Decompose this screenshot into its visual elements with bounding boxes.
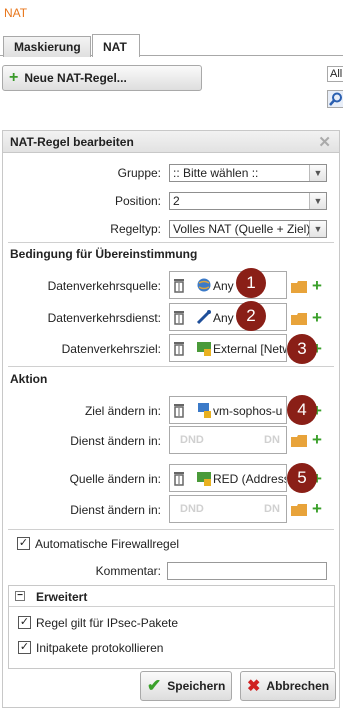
callout-badge: 5 bbox=[287, 463, 317, 493]
cancel-button[interactable]: ✖ Abbrechen bbox=[240, 671, 336, 701]
auto-firewall-label: Automatische Firewallregel bbox=[35, 537, 180, 551]
kommentar-label: Kommentar: bbox=[95, 564, 161, 578]
ipsec-checkbox[interactable]: ✓ bbox=[18, 616, 31, 629]
chevron-down-icon: ▼ bbox=[309, 193, 326, 209]
trash-icon[interactable] bbox=[173, 277, 185, 293]
new-nat-rule-button[interactable]: + Neue NAT-Regel... bbox=[2, 65, 202, 91]
datenverkehrsdienst-field[interactable]: Any bbox=[169, 303, 287, 331]
position-label: Position: bbox=[114, 194, 161, 208]
divider bbox=[8, 366, 334, 367]
kommentar-input[interactable] bbox=[167, 562, 327, 580]
network-globe-icon bbox=[197, 278, 211, 292]
add-icon[interactable]: + bbox=[312, 277, 322, 294]
quelle-aendern-value: RED (Address bbox=[213, 472, 287, 486]
datenverkehrsquelle-label: Datenverkehrsquelle: bbox=[47, 279, 161, 293]
filter-select[interactable]: All bbox=[327, 66, 343, 82]
dienst-aendern-label: Dienst ändern in: bbox=[70, 434, 161, 448]
initpakete-label: Initpakete protokollieren bbox=[36, 641, 164, 655]
dienst-aendern-label: Dienst ändern in: bbox=[70, 503, 161, 517]
app-title: NAT bbox=[0, 0, 343, 27]
chevron-down-icon: ▼ bbox=[309, 165, 326, 181]
datenverkehrsziel-label: Datenverkehrsziel: bbox=[61, 342, 161, 356]
dienst-aendern-field[interactable]: DND DN bbox=[169, 426, 287, 454]
folder-icon[interactable] bbox=[291, 313, 307, 325]
callout-badge: 1 bbox=[236, 268, 266, 298]
collapse-icon[interactable]: − bbox=[15, 591, 25, 601]
dienst-aendern-field[interactable]: DND DN bbox=[169, 495, 287, 523]
interface-network-icon bbox=[197, 342, 211, 356]
erweitert-title: Erweitert bbox=[36, 590, 88, 604]
plus-icon: + bbox=[9, 69, 19, 86]
divider bbox=[8, 242, 334, 243]
initpakete-checkbox[interactable]: ✓ bbox=[18, 641, 31, 654]
save-label: Speichern bbox=[167, 679, 226, 693]
callout-badge: 2 bbox=[236, 301, 266, 331]
interface-address-icon bbox=[197, 472, 211, 486]
new-nat-rule-label: Neue NAT-Regel... bbox=[24, 71, 127, 85]
cancel-label: Abbrechen bbox=[266, 679, 330, 693]
ziel-aendern-label: Ziel ändern in: bbox=[84, 404, 161, 418]
add-icon[interactable]: + bbox=[312, 500, 322, 517]
auto-firewall-checkbox[interactable]: ✓ bbox=[17, 537, 30, 550]
erweitert-header[interactable]: − Erweitert bbox=[9, 586, 334, 607]
search-icon[interactable] bbox=[327, 90, 343, 108]
trash-icon[interactable] bbox=[173, 402, 185, 418]
regeltyp-select[interactable]: Volles NAT (Quelle + Ziel) ▼ bbox=[169, 220, 327, 238]
regeltyp-label: Regeltyp: bbox=[110, 222, 161, 236]
close-icon[interactable]: ✕ bbox=[318, 133, 331, 151]
tab-maskierung[interactable]: Maskierung bbox=[3, 36, 91, 57]
panel-title-text: NAT-Regel bearbeiten bbox=[10, 135, 134, 149]
folder-icon[interactable] bbox=[291, 281, 307, 293]
datenverkehrsdienst-value: Any bbox=[213, 311, 234, 325]
datenverkehrsquelle-value: Any bbox=[213, 279, 234, 293]
ipsec-label: Regel gilt für IPsec-Pakete bbox=[36, 616, 179, 630]
tab-bar: Maskierung NAT bbox=[0, 34, 343, 57]
datenverkehrsziel-value: External [Netw bbox=[213, 342, 287, 356]
drop-placeholder: DND bbox=[180, 434, 204, 446]
nat-rule-edit-panel: NAT-Regel bearbeiten ✕ Gruppe: :: Bitte … bbox=[2, 130, 340, 708]
quelle-aendern-label: Quelle ändern in: bbox=[69, 472, 161, 486]
divider bbox=[8, 529, 334, 530]
position-value: 2 bbox=[173, 194, 180, 208]
ziel-aendern-value: vm-sophos-u bbox=[213, 404, 283, 418]
gruppe-select[interactable]: :: Bitte wählen :: ▼ bbox=[169, 164, 327, 182]
add-icon[interactable]: + bbox=[312, 431, 322, 448]
position-select[interactable]: 2 ▼ bbox=[169, 192, 327, 210]
quelle-aendern-field[interactable]: RED (Address bbox=[169, 464, 287, 492]
save-button[interactable]: ✔ Speichern bbox=[140, 671, 232, 701]
checkmark-icon: ✔ bbox=[147, 676, 162, 695]
trash-icon[interactable] bbox=[173, 309, 185, 325]
gruppe-value: :: Bitte wählen :: bbox=[173, 166, 259, 180]
cancel-x-icon: ✖ bbox=[247, 678, 261, 695]
datenverkehrsdienst-label: Datenverkehrsdienst: bbox=[47, 311, 161, 325]
trash-icon[interactable] bbox=[173, 470, 185, 486]
ziel-aendern-field[interactable]: vm-sophos-u bbox=[169, 396, 287, 424]
trash-icon[interactable] bbox=[173, 340, 185, 356]
gruppe-label: Gruppe: bbox=[117, 166, 161, 180]
host-icon bbox=[198, 403, 211, 418]
tab-nat[interactable]: NAT bbox=[92, 34, 140, 57]
service-icon bbox=[196, 310, 211, 325]
chevron-down-icon: ▼ bbox=[309, 221, 326, 237]
drop-placeholder: DN bbox=[264, 503, 280, 515]
section-bedingung: Bedingung für Übereinstimmung bbox=[10, 247, 198, 261]
panel-title: NAT-Regel bearbeiten ✕ bbox=[3, 131, 339, 153]
datenverkehrsziel-field[interactable]: External [Netw bbox=[169, 334, 287, 362]
drop-placeholder: DN bbox=[264, 434, 280, 446]
section-aktion: Aktion bbox=[10, 372, 48, 386]
erweitert-section: − Erweitert ✓ Regel gilt für IPsec-Paket… bbox=[8, 585, 335, 669]
add-icon[interactable]: + bbox=[312, 309, 322, 326]
callout-badge: 4 bbox=[287, 395, 317, 425]
folder-icon[interactable] bbox=[291, 504, 307, 516]
datenverkehrsquelle-field[interactable]: Any bbox=[169, 271, 287, 299]
folder-icon[interactable] bbox=[291, 435, 307, 447]
callout-badge: 3 bbox=[287, 334, 317, 364]
regeltyp-value: Volles NAT (Quelle + Ziel) bbox=[173, 222, 311, 236]
drop-placeholder: DND bbox=[180, 503, 204, 515]
